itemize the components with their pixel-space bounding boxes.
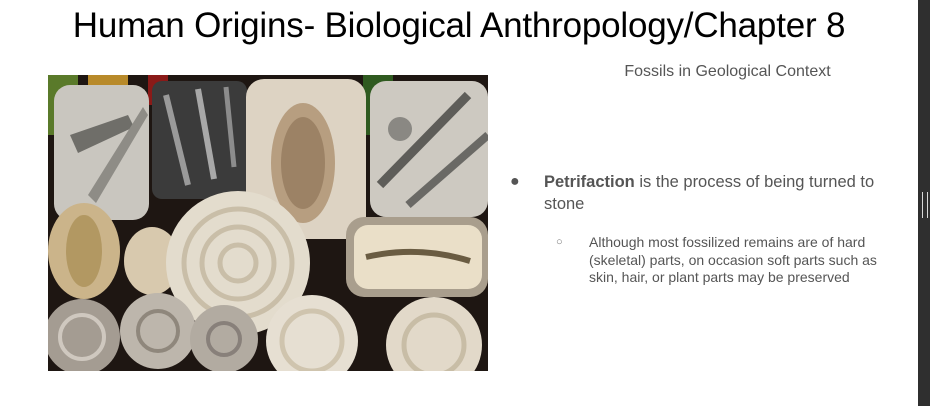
bullet-item: ● Petrifaction is the process of being t… [508, 171, 908, 215]
bullet-dot-icon: ● [510, 173, 520, 190]
sub-bullet-text: Although most fossilized remains are of … [589, 234, 877, 285]
right-panel-edge [918, 0, 930, 406]
bullet-list: ● Petrifaction is the process of being t… [508, 171, 908, 287]
resize-handle-icon[interactable] [922, 192, 928, 218]
bullet-term: Petrifaction [544, 173, 635, 191]
fossil-photo [48, 75, 488, 371]
sub-bullet-item: ○ Although most fossilized remains are o… [556, 234, 889, 287]
slide-title: Human Origins- Biological Anthropology/C… [72, 6, 846, 45]
slide-subtitle: Fossils in Geological Context [535, 63, 920, 81]
sub-bullet-circle-icon: ○ [556, 236, 563, 248]
slide: Human Origins- Biological Anthropology/C… [0, 0, 920, 406]
